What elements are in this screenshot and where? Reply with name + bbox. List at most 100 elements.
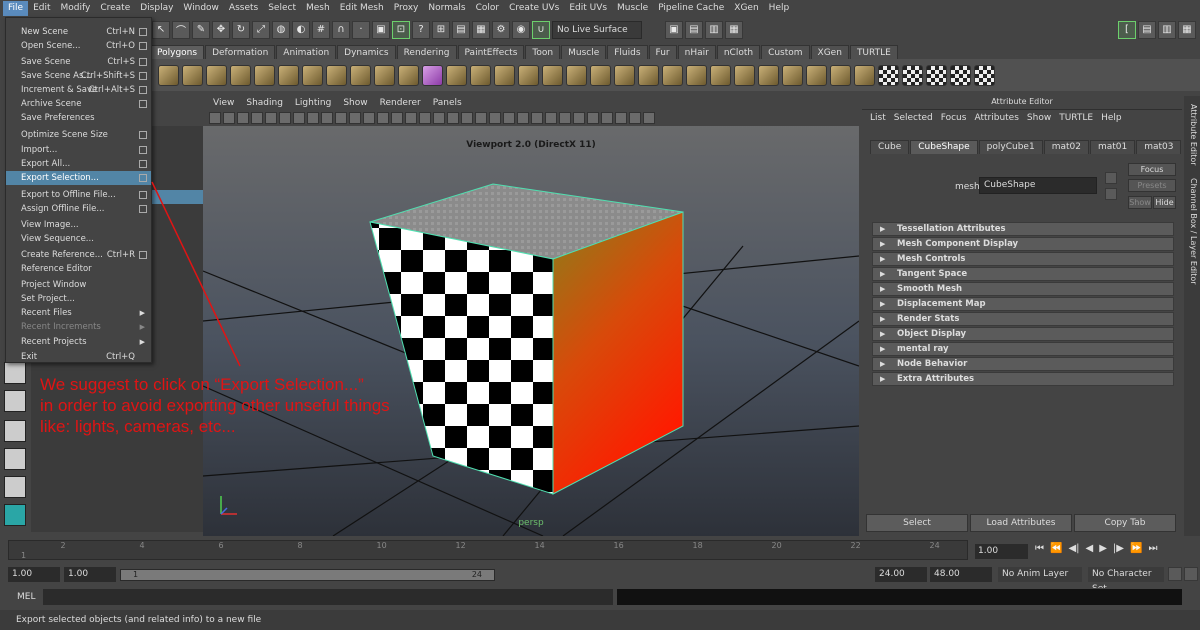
layout-hypershade-icon[interactable] — [4, 476, 26, 498]
shelf-tab-fur[interactable]: Fur — [648, 45, 677, 59]
menu-edit-uvs[interactable]: Edit UVs — [564, 1, 612, 16]
current-frame-field[interactable]: 1.00 — [975, 544, 1028, 559]
bridge-icon[interactable] — [758, 64, 779, 86]
focus-button[interactable]: Focus — [1128, 163, 1176, 176]
attr-menu-list[interactable]: List — [866, 113, 890, 123]
rotate-icon[interactable]: ↻ — [232, 20, 250, 39]
menu-edit[interactable]: Edit — [28, 1, 55, 16]
booleans-icon[interactable] — [518, 64, 539, 86]
file-menu-exit[interactable]: Exit Ctrl+Q — [6, 350, 151, 364]
option-box-icon[interactable] — [139, 58, 147, 66]
append-icon[interactable] — [638, 64, 659, 86]
extrude-icon[interactable] — [734, 64, 755, 86]
scale-icon[interactable]: ⤢ — [252, 20, 270, 39]
layout-persp-outliner-icon[interactable] — [4, 390, 26, 412]
shelf-tab-turtle[interactable]: TURTLE — [849, 45, 898, 59]
select-tool-icon[interactable]: ↖ — [152, 20, 170, 39]
shelf-tab-rendering[interactable]: Rendering — [396, 45, 457, 59]
menu-xgen[interactable]: XGen — [729, 1, 763, 16]
node-tab-cubeshape[interactable]: CubeShape — [910, 140, 978, 154]
render-frame-icon[interactable]: ▤ — [685, 20, 703, 39]
file-menu-save-scene[interactable]: Save Scene Ctrl+S — [6, 55, 151, 69]
attr-menu-turtle[interactable]: TURTLE — [1055, 113, 1097, 123]
snap-point-icon[interactable]: · — [352, 20, 370, 39]
poly-sphere-icon[interactable] — [158, 64, 179, 86]
shelf-tab-dynamics[interactable]: Dynamics — [337, 45, 396, 59]
section-mesh-controls[interactable]: Mesh Controls — [872, 252, 1174, 266]
play-backward-icon[interactable]: ◀ — [1086, 543, 1094, 554]
file-menu-recent-files[interactable]: Recent Files ▶ — [6, 306, 151, 320]
uv-checker-icon-2[interactable] — [902, 64, 923, 86]
file-menu-optimize-scene-size[interactable]: Optimize Scene Size — [6, 128, 151, 142]
anim-prefs-icon[interactable] — [1184, 567, 1198, 581]
play-forward-icon[interactable]: ▶ — [1099, 543, 1107, 554]
cone-shape-icon[interactable] — [854, 64, 875, 86]
poly-pipe-icon[interactable] — [350, 64, 371, 86]
playback-end-field[interactable]: 24.00 — [875, 567, 927, 582]
shelf-tab-muscle[interactable]: Muscle — [561, 45, 607, 59]
poly-torus-icon[interactable] — [278, 64, 299, 86]
file-menu-set-project[interactable]: Set Project... — [6, 292, 151, 306]
mel-input[interactable] — [43, 589, 613, 605]
file-menu-view-sequence[interactable]: View Sequence... — [6, 232, 151, 246]
file-menu-open-scene[interactable]: Open Scene... Ctrl+O — [6, 39, 151, 53]
shelf-tab-deformation[interactable]: Deformation — [205, 45, 276, 59]
file-menu-export-to-offline-file[interactable]: Export to Offline File... — [6, 188, 151, 202]
option-box-icon[interactable] — [139, 42, 147, 50]
smooth-icon[interactable] — [542, 64, 563, 86]
menu-help[interactable]: Help — [764, 1, 795, 16]
option-box-icon[interactable] — [139, 72, 147, 80]
sculpt-icon[interactable]: ◐ — [292, 20, 310, 39]
render-view-icon[interactable]: ▣ — [665, 20, 683, 39]
file-menu-recent-increments[interactable]: Recent Increments ▶ — [6, 320, 151, 334]
poly-cube-icon[interactable] — [182, 64, 203, 86]
option-box-icon[interactable] — [139, 174, 147, 182]
menu-create[interactable]: Create — [95, 1, 135, 16]
hide-button[interactable]: Hide — [1153, 196, 1176, 209]
section-displacement-map[interactable]: Displacement Map — [872, 297, 1174, 311]
section-tangent-space[interactable]: Tangent Space — [872, 267, 1174, 281]
menu-pipeline-cache[interactable]: Pipeline Cache — [653, 1, 729, 16]
uv-checker-icon-4[interactable] — [950, 64, 971, 86]
input-node-icon[interactable] — [1105, 172, 1117, 184]
menu-modify[interactable]: Modify — [56, 1, 96, 16]
file-menu-increment-save[interactable]: Increment & Save Ctrl+Alt+S — [6, 83, 151, 97]
load-attributes-button[interactable]: Load Attributes — [970, 514, 1072, 532]
shelf-tab-xgen[interactable]: XGen — [810, 45, 849, 59]
collapse-icon[interactable] — [830, 64, 851, 86]
copy-tab-button[interactable]: Copy Tab — [1074, 514, 1176, 532]
toggle-layer-editor-icon[interactable]: ▦ — [1178, 20, 1196, 39]
file-menu-assign-offline-file[interactable]: Assign Offline File... — [6, 202, 151, 216]
show-button[interactable]: Show — [1128, 196, 1152, 209]
attr-menu-show[interactable]: Show — [1023, 113, 1055, 123]
shelf-tab-custom[interactable]: Custom — [761, 45, 810, 59]
presets-button[interactable]: Presets — [1128, 179, 1176, 192]
uv-checker-icon-3[interactable] — [926, 64, 947, 86]
poly-cone-icon[interactable] — [230, 64, 251, 86]
section-mesh-component-display[interactable]: Mesh Component Display — [872, 237, 1174, 251]
snap-view-icon[interactable]: ▣ — [372, 20, 390, 39]
tab-attribute-editor[interactable]: Attribute Editor — [1186, 104, 1198, 166]
extract-icon[interactable] — [494, 64, 515, 86]
cube-front-face[interactable] — [369, 221, 554, 495]
file-menu-new-scene[interactable]: New Scene Ctrl+N — [6, 25, 151, 39]
go-to-start-icon[interactable]: ⏮ — [1035, 543, 1044, 554]
node-tab-polycube1[interactable]: polyCube1 — [978, 140, 1043, 154]
make-live-icon[interactable]: ⊡ — [392, 20, 410, 39]
reduce-icon[interactable] — [566, 64, 587, 86]
combine-icon[interactable] — [446, 64, 467, 86]
fill-hole-icon[interactable] — [614, 64, 635, 86]
merge-icon[interactable] — [806, 64, 827, 86]
section-tessellation-attributes[interactable]: Tessellation Attributes — [872, 222, 1174, 236]
magnet-icon[interactable]: ∪ — [532, 20, 550, 39]
render-icon[interactable]: ▤ — [452, 20, 470, 39]
menu-proxy[interactable]: Proxy — [389, 1, 424, 16]
layout-custom-icon[interactable] — [4, 504, 26, 526]
file-menu-view-image[interactable]: View Image... — [6, 218, 151, 232]
attr-menu-attributes[interactable]: Attributes — [970, 113, 1022, 123]
select-button[interactable]: Select — [866, 514, 968, 532]
split-icon[interactable] — [662, 64, 683, 86]
step-back-icon[interactable]: ◀| — [1068, 543, 1079, 554]
live-surface-field[interactable]: No Live Surface — [552, 20, 642, 39]
bevel-icon[interactable] — [782, 64, 803, 86]
